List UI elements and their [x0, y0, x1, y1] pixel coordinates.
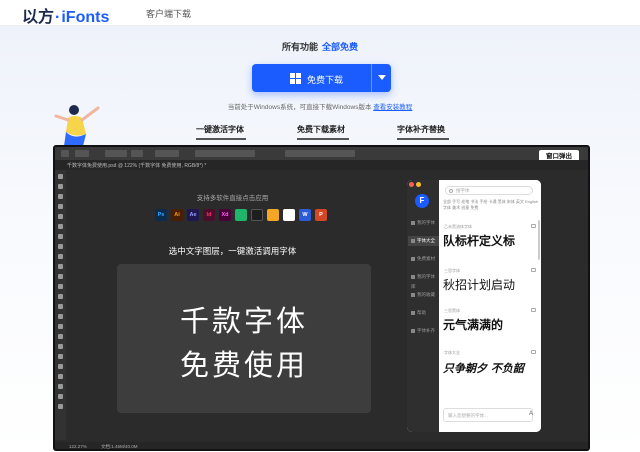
ps-option — [155, 150, 179, 157]
ps-option — [131, 150, 143, 157]
ps-menubar — [55, 147, 588, 160]
tab-activate-fonts[interactable]: 一键激活字体 — [196, 124, 246, 140]
fill-icon — [411, 328, 415, 333]
font-label: 乙未黑流体字体 — [444, 224, 472, 229]
panel-main: 搜字体 全部 手写 毛笔 书法 手绘 卡通 黑体 宋体 英文 English 字… — [439, 180, 541, 432]
ps-option — [105, 150, 127, 157]
logo-cn: 以方 — [22, 9, 55, 26]
download-label: 免费下载 — [307, 75, 344, 85]
support-text: 支持多软件直接点击应用 — [196, 195, 269, 202]
logo-dot: · — [55, 9, 61, 26]
star-icon — [411, 292, 415, 297]
sketch-icon — [267, 209, 279, 221]
coreldraw-icon — [235, 209, 247, 221]
download-icon[interactable] — [531, 268, 536, 272]
font-sample[interactable]: 队标杆定义标 — [443, 232, 515, 249]
font-preview-input[interactable]: 输入您想要的字体... — [443, 408, 533, 422]
font-label: 字体大全 — [444, 350, 460, 355]
download-icon[interactable] — [531, 350, 536, 354]
free-banner: 所有功能 全部免费 — [0, 40, 640, 53]
canvas-line-2: 免费使用 — [179, 348, 308, 382]
folder-icon — [411, 274, 415, 279]
site-logo[interactable]: 以方·iFonts — [22, 3, 109, 27]
after-effects-icon: Ae — [187, 209, 199, 221]
material-icon — [411, 256, 415, 261]
ps-canvas-text-layer[interactable]: 千款字体 免费使用 — [117, 264, 371, 413]
figma-icon — [251, 209, 263, 221]
font-label: 三思黑体 — [444, 308, 460, 313]
sidebar-item-my-library[interactable]: 我的字体库 — [408, 272, 439, 289]
tab-font-replace[interactable]: 字体补齐替换 — [397, 124, 449, 140]
home-icon — [61, 150, 69, 157]
system-note-text: 当前处于Windows系统，可直接下载Windows版本 — [227, 104, 372, 111]
search-icon — [449, 189, 453, 193]
ps-distribute-icons — [285, 150, 355, 157]
select-layer-hint: 选中文字图层，一键激活调用字体 — [168, 246, 297, 256]
sidebar-item-favorites[interactable]: 我的收藏 — [408, 290, 439, 300]
font-categories[interactable]: 全部 手写 毛笔 书法 手绘 卡通 黑体 宋体 英文 English 字体 美术… — [443, 199, 539, 211]
sidebar-item-my-fonts[interactable]: 我的字体 — [408, 218, 439, 228]
library-icon — [411, 238, 415, 243]
tab-label: 一键激活字体 — [196, 125, 244, 134]
download-options-button[interactable] — [371, 64, 391, 92]
photoshop-window: 窗口弹出 千数字体免费使用.psd @ 122% (千数字体 免费使用, RGB… — [53, 145, 590, 451]
windows-icon — [290, 73, 301, 84]
ps-status-doc: 文档:1.46M/40.0M — [101, 444, 138, 449]
download-icon[interactable] — [531, 308, 536, 312]
xd-icon: Xd — [219, 209, 231, 221]
free-highlight: 全部免费 — [322, 42, 359, 52]
feature-tabs: 一键激活字体 免费下载素材 字体补齐替换 — [190, 124, 458, 146]
ps-align-icons — [195, 150, 255, 157]
indesign-icon: Id — [203, 209, 215, 221]
canvas-line-1: 千款字体 — [179, 304, 308, 338]
office-icon — [283, 209, 295, 221]
illustrator-icon: Ai — [171, 209, 183, 221]
chevron-down-icon — [378, 75, 386, 80]
ifonts-logo-icon: F — [415, 194, 429, 208]
font-label: 三思字体 — [444, 268, 460, 273]
ps-status-zoom: 122.27% — [69, 444, 87, 449]
tab-free-materials[interactable]: 免费下载素材 — [297, 124, 349, 140]
sidebar-item-free-materials[interactable]: 免费素材 — [408, 254, 439, 264]
font-sample[interactable]: 只争朝夕 不负韶 — [443, 360, 524, 376]
sidebar-item-help[interactable]: 帮助 — [408, 308, 439, 318]
free-prefix: 所有功能 — [281, 42, 318, 52]
font-icon — [411, 220, 415, 225]
system-note: 当前处于Windows系统，可直接下载Windows版本 查看安装教程 — [0, 101, 640, 111]
panel-scrollbar[interactable] — [538, 220, 540, 260]
minimize-icon[interactable] — [416, 182, 421, 187]
client-download-link[interactable]: 客户端下载 — [146, 7, 191, 20]
font-sample[interactable]: 元气满满的 — [443, 316, 503, 333]
font-size-button[interactable]: A — [529, 411, 533, 417]
tab-underline — [397, 138, 449, 140]
download-icon[interactable] — [531, 224, 536, 228]
word-icon: W — [299, 209, 311, 221]
tab-underline — [196, 138, 246, 140]
install-guide-link[interactable]: 查看安装教程 — [373, 104, 412, 111]
tab-label: 字体补齐替换 — [397, 125, 445, 134]
sidebar-item-font-fill[interactable]: 字体补齐 — [408, 326, 439, 336]
ps-document-tab[interactable]: 千数字体免费使用.psd @ 122% (千数字体 免费使用, RGB/8*) … — [55, 160, 588, 170]
font-sample[interactable]: 秋招计划启动 — [443, 276, 515, 293]
tab-label: 免费下载素材 — [297, 125, 345, 134]
powerpoint-icon: P — [315, 209, 327, 221]
close-icon[interactable] — [409, 182, 414, 187]
help-icon — [411, 310, 415, 315]
sidebar-item-font-library[interactable]: 字体大全 — [408, 236, 439, 246]
photoshop-icon: Ps — [155, 209, 167, 221]
tab-underline — [297, 138, 349, 140]
ifonts-panel: F 我的字体 字体大全 免费素材 我的字体库 我的收藏 帮助 字体补齐 搜字体 … — [407, 180, 541, 432]
ps-toolbar — [55, 170, 66, 440]
panel-sidebar: F 我的字体 字体大全 免费素材 我的字体库 我的收藏 帮助 字体补齐 — [407, 180, 439, 432]
move-tool-icon — [75, 150, 89, 157]
ps-doc-title: 千数字体免费使用.psd @ 122% (千数字体 免费使用, RGB/8*) … — [67, 163, 207, 169]
ps-status-bar: 122.27% 文档:1.46M/40.0M — [55, 442, 588, 449]
logo-brand: iFonts — [61, 9, 110, 26]
top-bar: 以方·iFonts 客户端下载 — [0, 0, 640, 26]
font-search-input[interactable]: 搜字体 — [445, 186, 533, 195]
